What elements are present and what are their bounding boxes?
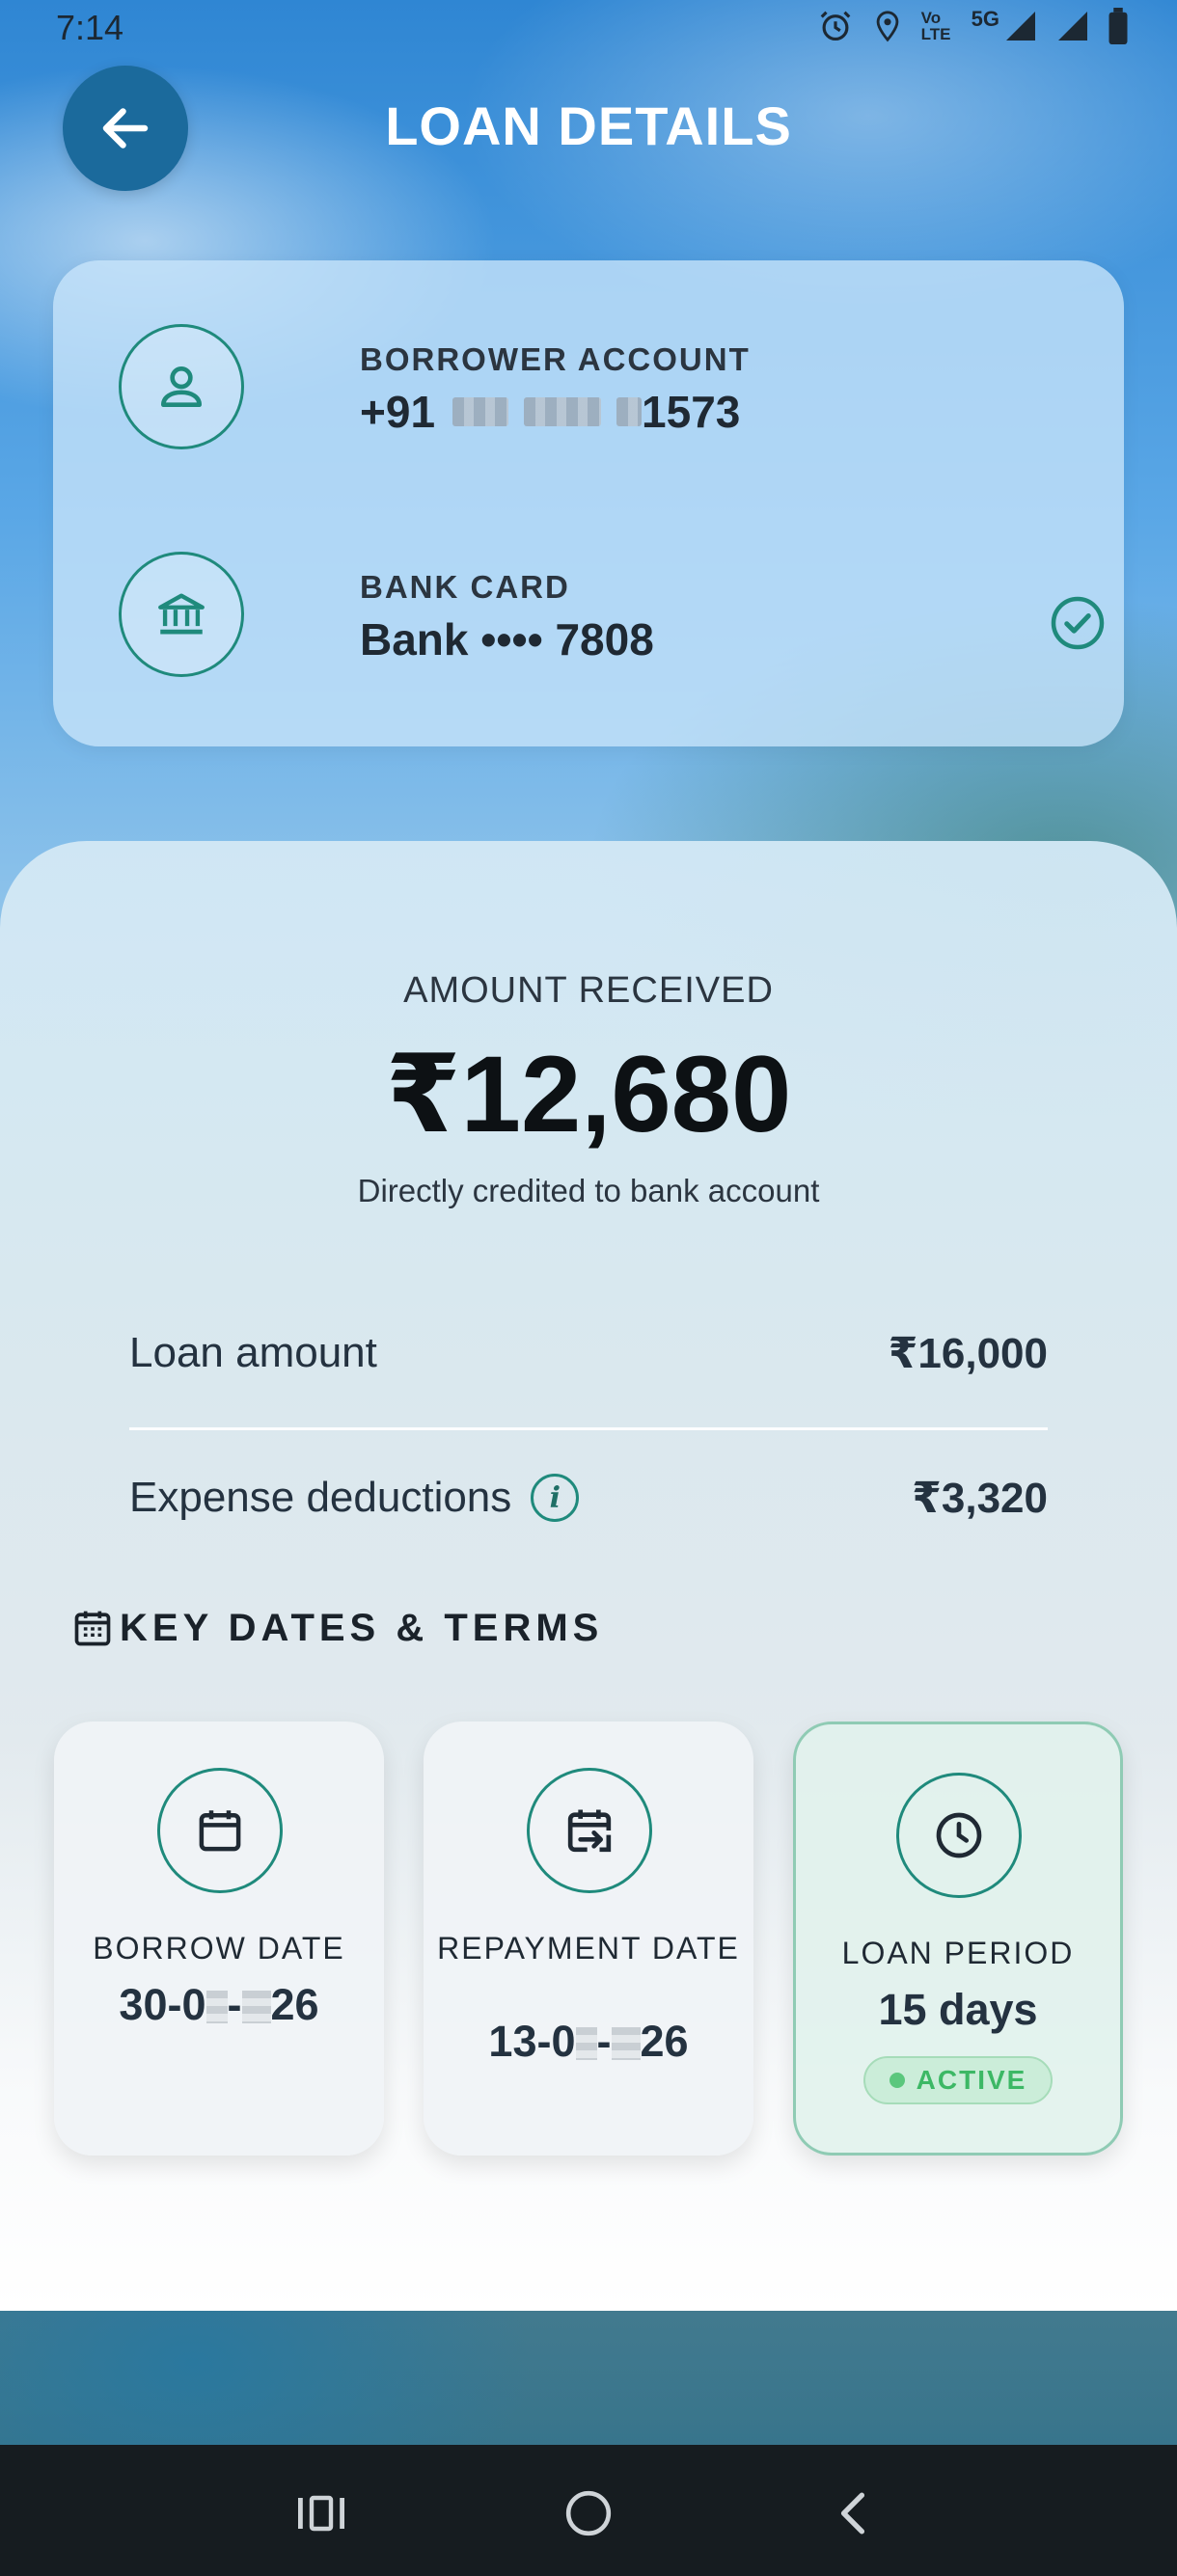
clock-icon bbox=[896, 1773, 1022, 1898]
repayment-date-start: 13-0 bbox=[488, 2017, 576, 2066]
borrower-account-number: +91 1573 bbox=[360, 386, 740, 438]
alarm-icon bbox=[820, 11, 851, 41]
expense-deductions-row: Expense deductions i ₹3,320 bbox=[129, 1474, 1048, 1532]
amount-received-note: Directly credited to bank account bbox=[357, 1173, 820, 1208]
calendar-icon bbox=[157, 1768, 283, 1893]
bank-icon bbox=[119, 552, 244, 677]
key-dates-section-title: KEY DATES & TERMS bbox=[71, 1605, 603, 1651]
borrower-account-row: BORROWER ACCOUNT +91 1573 bbox=[119, 324, 1083, 451]
amount-received-value: ₹12,680 bbox=[385, 1034, 792, 1154]
signal-icon bbox=[1006, 12, 1035, 41]
borrow-date-start: 30-0 bbox=[119, 1980, 206, 2029]
recent-apps-icon bbox=[298, 2495, 344, 2532]
masked-digits bbox=[575, 2027, 597, 2060]
status-time: 7:14 bbox=[56, 8, 124, 47]
system-navigation-bar bbox=[0, 2445, 1177, 2576]
calendar-arrow-icon bbox=[527, 1768, 652, 1893]
status-dot bbox=[889, 2073, 905, 2088]
borrow-date-end: 26 bbox=[270, 1980, 319, 2029]
back-chevron-icon bbox=[840, 2492, 865, 2535]
bank-card-number: Bank •••• 7808 bbox=[360, 614, 654, 664]
repayment-date-card: REPAYMENT DATE 13-0-26 bbox=[424, 1722, 753, 2156]
loan-amount-row: Loan amount ₹16,000 bbox=[129, 1329, 1048, 1387]
borrower-account-label: BORROWER ACCOUNT bbox=[360, 341, 751, 377]
loan-period-card: LOAN PERIOD 15 days ACTIVE bbox=[793, 1722, 1123, 2156]
account-card: BORROWER ACCOUNT +91 1573 BANK CARD Bank… bbox=[53, 260, 1124, 746]
loan-period-label: LOAN PERIOD bbox=[841, 1936, 1075, 1970]
borrow-date-card: BORROW DATE 30-0-26 bbox=[54, 1722, 384, 2156]
volte-indicator: Vo LTE bbox=[920, 9, 951, 43]
masked-digits bbox=[205, 1991, 228, 2023]
loan-amount-value: ₹16,000 bbox=[888, 1330, 1048, 1377]
network-type: 5G bbox=[971, 7, 999, 31]
battery-icon bbox=[1109, 8, 1128, 44]
back-nav-button[interactable] bbox=[820, 2480, 888, 2547]
calendar-icon bbox=[74, 1611, 111, 1646]
masked-digits bbox=[616, 397, 643, 426]
location-icon bbox=[876, 11, 898, 42]
repayment-date-end: 26 bbox=[640, 2017, 689, 2066]
phone-prefix: +91 bbox=[360, 387, 436, 437]
home-button[interactable] bbox=[555, 2480, 622, 2547]
phone-suffix: 1573 bbox=[642, 387, 741, 437]
repayment-date-label: REPAYMENT DATE bbox=[437, 1931, 740, 1966]
masked-digits bbox=[611, 2027, 641, 2060]
loan-period-value: 15 days bbox=[878, 1985, 1038, 2034]
borrow-date-label: BORROW DATE bbox=[93, 1931, 345, 1966]
status-bar: 7:14 Vo LTE 5G bbox=[0, 0, 1177, 54]
page-title: LOAN DETAILS bbox=[385, 95, 792, 156]
section-title-text: KEY DATES & TERMS bbox=[120, 1606, 604, 1649]
expense-deductions-value: ₹3,320 bbox=[912, 1475, 1048, 1522]
expense-deductions-label-group: Expense deductions i bbox=[129, 1474, 580, 1522]
bank-card-row[interactable]: BANK CARD Bank •••• 7808 bbox=[119, 552, 1105, 679]
person-icon bbox=[119, 324, 244, 449]
borrow-date-value: 30-0-26 bbox=[119, 1980, 319, 2029]
divider bbox=[129, 1427, 1048, 1430]
masked-digits bbox=[241, 1991, 271, 2023]
signal-icon-2 bbox=[1058, 12, 1087, 41]
status-icons: Vo LTE 5G bbox=[817, 8, 1129, 44]
recent-apps-button[interactable] bbox=[287, 2480, 355, 2547]
masked-digits bbox=[452, 397, 509, 426]
expense-deductions-label: Expense deductions bbox=[129, 1474, 512, 1521]
status-badge-text: ACTIVE bbox=[916, 2065, 1027, 2095]
amount-received-label: AMOUNT RECEIVED bbox=[403, 970, 774, 1011]
info-icon[interactable]: i bbox=[531, 1474, 580, 1522]
repayment-date-value: 13-0-26 bbox=[488, 2017, 689, 2066]
loan-amount-label: Loan amount bbox=[129, 1329, 377, 1376]
status-badge: ACTIVE bbox=[863, 2056, 1053, 2104]
check-circle-icon bbox=[1051, 596, 1105, 650]
masked-digits bbox=[524, 397, 602, 426]
bank-card-label: BANK CARD bbox=[360, 569, 570, 605]
home-icon bbox=[565, 2490, 612, 2536]
